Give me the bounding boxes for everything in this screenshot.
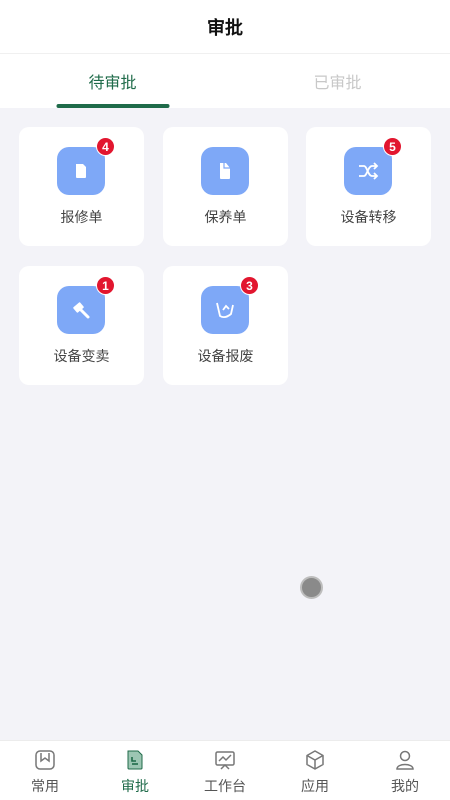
- card-device-sale[interactable]: 1 设备变卖: [19, 266, 144, 385]
- page-title: 审批: [207, 17, 243, 38]
- gavel-icon: [57, 286, 105, 334]
- card-label: 保养单: [204, 209, 247, 225]
- badge-count: 1: [96, 276, 115, 295]
- bookmark-icon: [34, 749, 56, 771]
- card-label: 报修单: [60, 209, 103, 225]
- clipboard-icon: [201, 147, 249, 195]
- card-label: 设备转移: [340, 209, 397, 225]
- tab-pending[interactable]: 待审批: [0, 54, 225, 108]
- tabbar-item-approval[interactable]: 审批: [90, 741, 180, 800]
- approval-icon: [124, 749, 146, 771]
- card-label: 设备报废: [197, 348, 254, 364]
- bottom-tab-bar: 常用 审批 工作台 应用 我的: [0, 740, 450, 800]
- header-bar: 审批: [0, 0, 450, 54]
- floating-assistive-button[interactable]: [300, 576, 323, 599]
- tabbar-item-mine[interactable]: 我的: [360, 741, 450, 800]
- card-device-transfer[interactable]: 5 设备转移: [306, 127, 431, 246]
- tab-approved-label: 已审批: [313, 75, 362, 92]
- tabbar-label: 工作台: [204, 778, 246, 794]
- tab-approved[interactable]: 已审批: [225, 54, 450, 108]
- shuffle-icon: [344, 147, 392, 195]
- approval-tabs: 待审批 已审批: [0, 54, 450, 108]
- tabbar-item-common[interactable]: 常用: [0, 741, 90, 800]
- badge-count: 3: [240, 276, 259, 295]
- card-label: 设备变卖: [53, 348, 110, 364]
- card-device-scrap[interactable]: 3 设备报废: [163, 266, 288, 385]
- badge-count: 4: [96, 137, 115, 156]
- tab-pending-label: 待审批: [88, 75, 137, 92]
- card-repair-order[interactable]: 4 报修单: [19, 127, 144, 246]
- tabbar-item-apps[interactable]: 应用: [270, 741, 360, 800]
- scrap-icon: [201, 286, 249, 334]
- tabbar-label: 常用: [31, 778, 59, 794]
- workbench-icon: [214, 749, 236, 771]
- card-maintenance-order[interactable]: 保养单: [163, 127, 288, 246]
- cube-icon: [304, 749, 326, 771]
- active-tab-indicator: [56, 104, 169, 108]
- tabbar-label: 我的: [391, 778, 419, 794]
- tabbar-item-workbench[interactable]: 工作台: [180, 741, 270, 800]
- badge-count: 5: [383, 137, 402, 156]
- document-icon: [57, 147, 105, 195]
- tabbar-label: 应用: [301, 778, 329, 794]
- user-icon: [394, 749, 416, 771]
- tabbar-label: 审批: [121, 778, 149, 794]
